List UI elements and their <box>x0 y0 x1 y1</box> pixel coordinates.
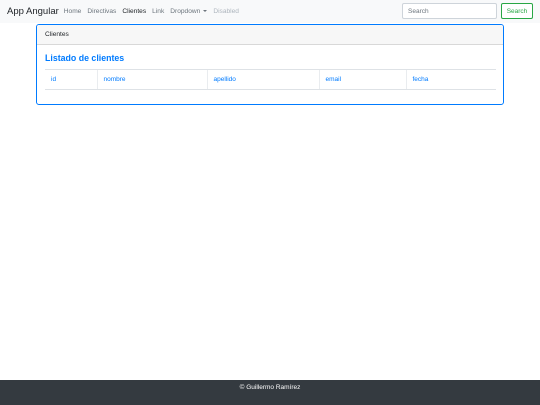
column-header-email[interactable]: email <box>318 69 406 90</box>
clientes-card: Clientes Listado de clientes id nombre a… <box>36 24 504 105</box>
nav-link-directivas[interactable]: Directivas <box>87 8 116 15</box>
column-header-fecha[interactable]: fecha <box>405 69 496 90</box>
search-button[interactable]: Search <box>501 3 533 19</box>
column-header-nombre[interactable]: nombre <box>96 69 207 90</box>
column-header-id[interactable]: id <box>45 69 97 90</box>
search-input[interactable] <box>402 3 497 19</box>
caret-down-icon <box>203 10 208 12</box>
brand-link[interactable]: App Angular <box>7 6 59 17</box>
footer: © Guillermo Ramírez <box>0 380 540 405</box>
card-header: Clientes <box>37 25 503 45</box>
footer-text: © Guillermo Ramírez <box>239 384 301 391</box>
nav-dropdown-label: Dropdown <box>170 8 201 15</box>
nav-link-disabled: Disabled <box>213 8 239 15</box>
nav-link-clientes[interactable]: Clientes <box>122 8 146 15</box>
clientes-table: id nombre apellido email fecha <box>45 69 496 90</box>
nav-dropdown-toggle[interactable]: Dropdown <box>170 8 208 15</box>
table-header-row: id nombre apellido email fecha <box>45 69 496 90</box>
card-title: Listado de clientes <box>45 53 125 63</box>
nav-links: Home Directivas Clientes Link Dropdown D… <box>64 8 245 15</box>
nav-link-link[interactable]: Link <box>152 8 164 15</box>
navbar: App Angular Home Directivas Clientes Lin… <box>0 0 540 23</box>
nav-link-home[interactable]: Home <box>64 8 82 15</box>
column-header-apellido[interactable]: apellido <box>206 69 319 90</box>
